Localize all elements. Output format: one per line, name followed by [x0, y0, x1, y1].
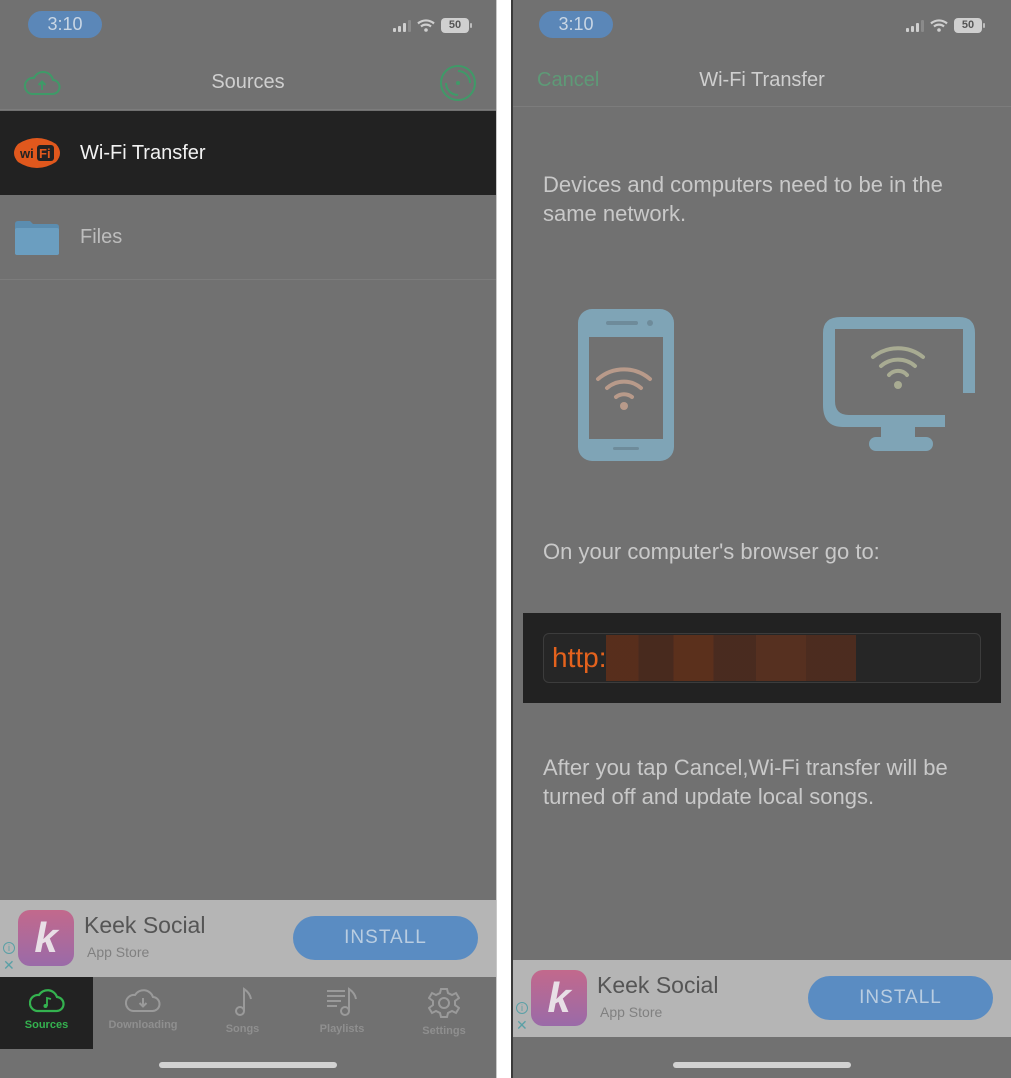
playlist-icon: [327, 987, 357, 1016]
tab-downloading[interactable]: Downloading: [93, 977, 193, 1049]
computer-wifi-icon: [823, 317, 975, 451]
wifi-status-icon: [417, 19, 435, 32]
cloud-download-icon: [125, 989, 161, 1012]
ad-subtitle: App Store: [87, 944, 150, 960]
folder-icon: [12, 220, 62, 256]
tab-songs[interactable]: Songs: [193, 977, 292, 1049]
ad-app-icon: k: [18, 910, 74, 966]
gear-icon: [428, 988, 460, 1018]
battery-indicator: 50: [441, 18, 472, 33]
install-button[interactable]: INSTALL: [808, 976, 993, 1020]
tab-label: Songs: [225, 1023, 260, 1035]
cloud-music-icon: [28, 989, 65, 1013]
source-item-wifi-transfer[interactable]: wi Fi Wi-Fi Transfer: [0, 111, 496, 195]
url-redacted-block: [606, 635, 857, 681]
tab-label: Settings: [422, 1025, 466, 1037]
status-icons: 50: [906, 18, 985, 33]
status-bar: 3:10 50: [0, 0, 496, 50]
wifi-transfer-screen: 3:10 50 Wi-Fi Transfer Cancel Devices an…: [511, 0, 1011, 1078]
network-note: Devices and computers need to be in the …: [543, 172, 943, 226]
cancel-button[interactable]: Cancel: [537, 53, 599, 107]
tab-bar: Sources Downloading Songs Playlists Sett…: [0, 977, 496, 1049]
cellular-signal-icon: [393, 19, 411, 32]
page-title: Sources: [211, 71, 285, 93]
source-item-files[interactable]: Files: [0, 196, 496, 280]
battery-indicator: 50: [954, 18, 985, 33]
svg-text:Fi: Fi: [39, 146, 51, 161]
tab-playlists[interactable]: Playlists: [292, 977, 392, 1049]
nav-bar: Sources: [0, 55, 496, 110]
ad-close-icon[interactable]: ✕: [3, 958, 15, 972]
ad-close-icon[interactable]: ✕: [516, 1018, 528, 1032]
status-icons: 50: [393, 18, 472, 33]
sources-screen: 3:10 50 Sources wi Fi Wi-Fi Transfer Fil…: [0, 0, 497, 1078]
url-strip: http:: [523, 613, 1001, 703]
ad-banner[interactable]: k Keek Social App Store INSTALL i ✕: [513, 960, 1011, 1037]
tab-label: Playlists: [319, 1023, 365, 1035]
home-indicator: [673, 1062, 851, 1068]
music-note-icon: [234, 987, 252, 1016]
install-button[interactable]: INSTALL: [293, 916, 478, 960]
wifi-status-icon: [930, 19, 948, 32]
svg-text:wi: wi: [19, 146, 34, 161]
wifi-logo-icon: wi Fi: [12, 135, 62, 171]
tab-label: Downloading: [108, 1019, 178, 1031]
cancel-note: After you tap Cancel,Wi-Fi transfer will…: [543, 755, 948, 809]
ad-info-icon[interactable]: i: [516, 1002, 528, 1014]
nav-bar: Wi-Fi Transfer Cancel: [513, 53, 1011, 107]
source-label: Files: [80, 226, 123, 248]
ad-info-icon[interactable]: i: [3, 942, 15, 954]
transfer-url-field[interactable]: http:: [543, 633, 981, 683]
disc-button[interactable]: [438, 65, 478, 101]
home-indicator: [159, 1062, 337, 1068]
status-time: 3:10: [28, 11, 102, 38]
status-bar: 3:10 50: [513, 0, 1011, 50]
source-label: Wi-Fi Transfer: [80, 141, 206, 164]
ad-title: Keek Social: [84, 912, 206, 938]
ad-banner[interactable]: k Keek Social App Store INSTALL i ✕: [0, 900, 496, 977]
tab-label: Sources: [24, 1019, 69, 1031]
status-time: 3:10: [539, 11, 613, 38]
browser-prompt: On your computer's browser go to:: [543, 539, 880, 564]
ad-title: Keek Social: [597, 972, 719, 998]
url-prefix: http:: [552, 642, 607, 673]
phone-wifi-icon: [578, 309, 674, 461]
tab-settings[interactable]: Settings: [392, 977, 496, 1049]
cellular-signal-icon: [906, 19, 924, 32]
disc-icon: [440, 65, 476, 101]
ad-subtitle: App Store: [600, 1004, 663, 1020]
cloud-upload-button[interactable]: [22, 65, 62, 101]
ad-app-icon: k: [531, 970, 587, 1026]
cloud-upload-icon: [23, 70, 61, 95]
tab-sources[interactable]: Sources: [0, 977, 93, 1049]
